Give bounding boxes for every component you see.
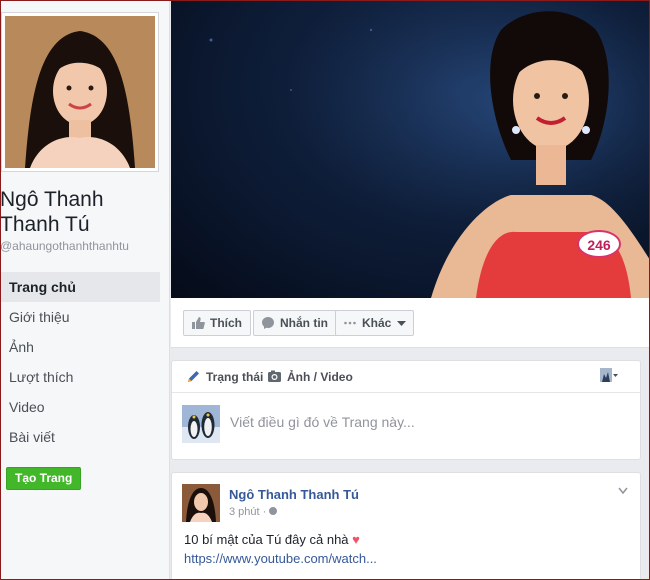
nav-item-likes[interactable]: Lượt thích — [0, 362, 160, 392]
page-action-bar: Thích Nhắn tin Khác — [171, 298, 650, 348]
post-author-name[interactable]: Ngô Thanh Thanh Tú — [229, 487, 359, 502]
chevron-down-icon — [397, 321, 407, 326]
page-nav: Trang chủ Giới thiệu Ảnh Lượt thích Vide… — [0, 272, 160, 452]
post-composer: Trạng thái Ảnh / Video Viết điều gì đó v… — [171, 360, 641, 460]
contestant-number-badge: 246 — [587, 237, 611, 253]
penguin-avatar — [182, 405, 220, 443]
post-time-text: 3 phút — [229, 506, 260, 518]
more-label: Khác — [362, 316, 392, 330]
nav-item-posts[interactable]: Bài viết — [0, 422, 160, 452]
post-options-chevron-icon[interactable] — [618, 487, 628, 495]
page-name[interactable]: Ngô Thanh Thanh Tú — [0, 187, 165, 237]
like-button[interactable]: Thích — [183, 310, 251, 336]
message-button[interactable]: Nhắn tin — [253, 310, 337, 336]
tab-photo-label: Ảnh / Video — [287, 370, 353, 384]
feed-post: Ngô Thanh Thanh Tú 3 phút · 10 bí mật củ… — [171, 472, 641, 580]
profile-picture[interactable] — [2, 13, 158, 171]
composer-tabs: Trạng thái Ảnh / Video — [172, 361, 640, 393]
tab-status[interactable]: Trạng thái — [186, 370, 263, 384]
camera-icon — [268, 370, 281, 382]
post-text-content: 10 bí mật của Tú đây cả nhà — [184, 532, 349, 547]
nav-item-about[interactable]: Giới thiệu — [0, 302, 160, 332]
message-label: Nhắn tin — [280, 316, 328, 330]
like-label: Thích — [210, 316, 242, 330]
nav-item-home[interactable]: Trang chủ — [0, 272, 160, 302]
cover-photo[interactable]: 246 — [171, 0, 650, 298]
left-sidebar: Ngô Thanh Thanh Tú @ahaungothanhthanhtu … — [0, 0, 170, 580]
pencil-icon — [188, 371, 199, 382]
post-link[interactable]: https://www.youtube.com/watch... — [184, 551, 377, 566]
thumbs-up-icon — [192, 317, 205, 329]
nav-item-photos[interactable]: Ảnh — [0, 332, 160, 362]
composer-input[interactable]: Viết điều gì đó về Trang này... — [230, 414, 415, 430]
post-author-avatar[interactable] — [182, 484, 220, 522]
nav-item-videos[interactable]: Video — [0, 392, 160, 422]
messenger-icon — [262, 317, 274, 329]
create-page-button[interactable]: Tạo Trang — [6, 467, 82, 490]
page-avatar-selector-icon[interactable] — [600, 368, 618, 384]
more-button[interactable]: Khác — [335, 310, 415, 336]
tab-photo-video[interactable]: Ảnh / Video — [267, 370, 353, 384]
globe-icon — [269, 507, 278, 515]
post-timestamp[interactable]: 3 phút · — [229, 506, 278, 518]
more-dots-icon — [344, 321, 356, 325]
heart-icon: ♥ — [352, 532, 360, 547]
post-text: 10 bí mật của Tú đây cả nhà ♥ — [184, 532, 360, 547]
page-handle: @ahaungothanhthanhtu — [0, 239, 129, 253]
tab-status-label: Trạng thái — [206, 370, 264, 384]
